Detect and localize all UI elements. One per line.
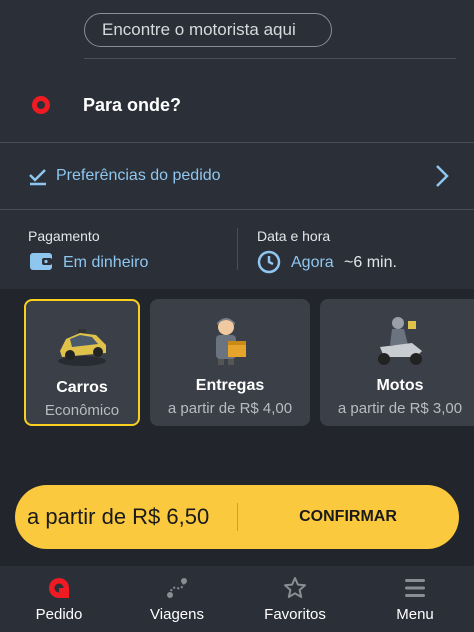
nav-item-trips[interactable]: Viagens	[118, 566, 236, 632]
destination-input[interactable]: Para onde?	[83, 95, 181, 116]
date-time-selector[interactable]: Agora	[291, 254, 334, 272]
driver-search-field[interactable]: Encontre o motorista aqui	[84, 13, 332, 47]
nav-label: Menu	[396, 606, 434, 623]
confirm-button[interactable]: CONFIRMAR	[237, 508, 459, 526]
destination-pin-icon	[32, 96, 50, 114]
wallet-icon	[30, 253, 52, 270]
divider	[84, 58, 456, 59]
nav-item-order[interactable]: Pedido	[0, 566, 118, 632]
bottom-navigation: Pedido Viagens Favoritos Menu	[0, 566, 474, 632]
payment-label: Pagamento	[28, 228, 100, 244]
nav-item-favorites[interactable]: Favoritos	[236, 566, 354, 632]
service-title: Motos	[376, 377, 424, 394]
service-subtitle: Econômico	[44, 402, 120, 419]
nav-label: Favoritos	[264, 606, 326, 623]
chevron-right-icon	[436, 165, 449, 187]
service-card-cars[interactable]: Carros Econômico	[24, 299, 140, 426]
menu-icon	[405, 579, 425, 597]
divider	[237, 228, 238, 270]
service-title: Carros	[56, 379, 108, 396]
service-subtitle: a partir de R$ 4,00	[167, 400, 293, 417]
checkmark-icon	[29, 169, 46, 186]
nav-label: Pedido	[35, 606, 83, 623]
service-title: Entregas	[195, 377, 265, 394]
service-card-motorcycles[interactable]: Motos a partir de R$ 3,00	[320, 299, 474, 426]
order-icon	[49, 578, 69, 598]
service-subtitle: a partir de R$ 3,00	[337, 400, 463, 417]
divider	[0, 209, 474, 210]
order-preferences-row[interactable]: Preferências do pedido	[0, 150, 474, 206]
clock-icon	[257, 250, 281, 274]
courier-icon	[216, 318, 246, 365]
motorcycle-icon	[378, 317, 422, 365]
price-estimate: a partir de R$ 6,50	[27, 504, 210, 529]
nav-label: Viagens	[150, 606, 204, 623]
confirm-bar: a partir de R$ 6,50 CONFIRMAR	[15, 485, 459, 549]
eta-text: ~6 min.	[344, 254, 397, 271]
divider	[0, 142, 474, 143]
car-icon	[58, 329, 106, 366]
order-form-panel: Encontre o motorista aqui Para onde? Pre…	[0, 0, 474, 289]
order-preferences-label: Preferências do pedido	[56, 167, 221, 184]
payment-method-selector[interactable]: Em dinheiro	[63, 254, 148, 272]
trips-icon	[167, 578, 187, 598]
service-card-deliveries[interactable]: Entregas a partir de R$ 4,00	[150, 299, 310, 426]
star-icon	[284, 577, 306, 598]
nav-item-menu[interactable]: Menu	[356, 566, 474, 632]
date-time-label: Data e hora	[257, 228, 331, 244]
